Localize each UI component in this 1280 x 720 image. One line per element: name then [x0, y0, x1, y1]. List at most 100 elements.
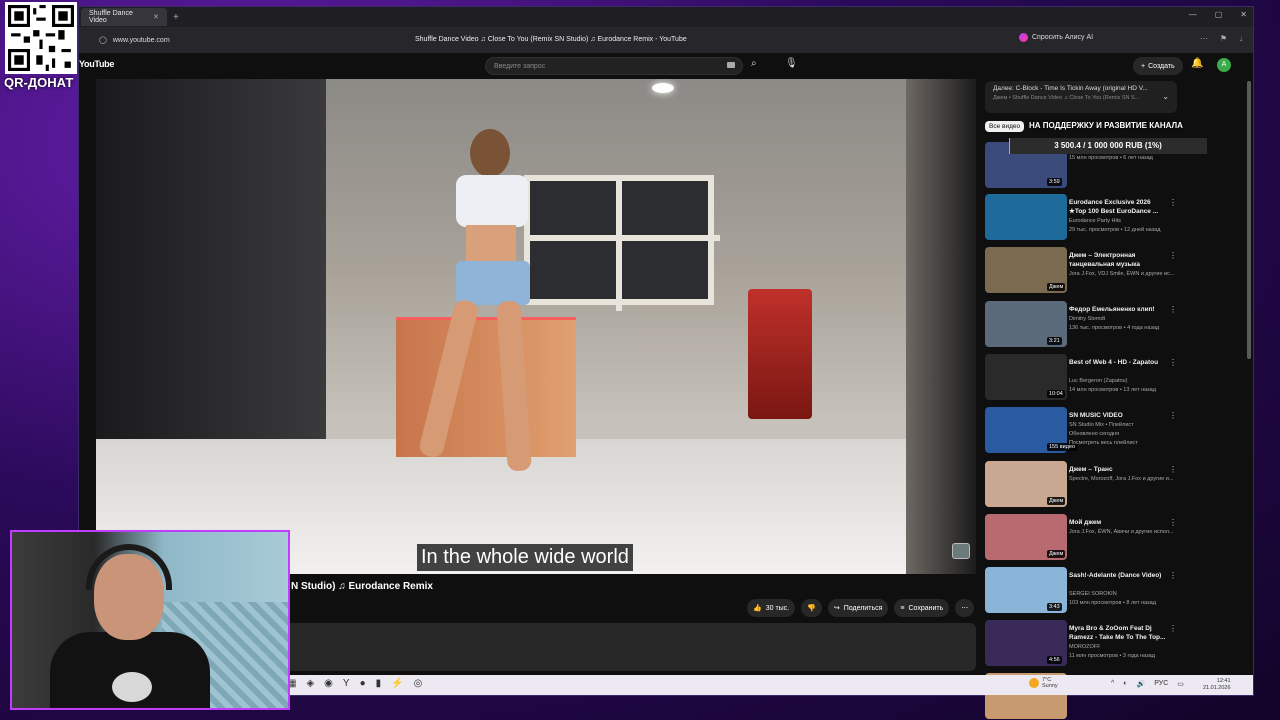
recommendation-title[interactable]: SN MUSIC VIDEO [1069, 411, 1169, 420]
clock[interactable]: 12:41 21.01.2026 [1203, 678, 1231, 692]
save-button[interactable]: ≡ Сохранить [894, 599, 950, 617]
recommendation-title[interactable]: Мой джем [1069, 518, 1169, 527]
recommendation-channel[interactable]: Luc Bergeron (Zapatou) [1069, 378, 1179, 384]
more-vert-icon[interactable]: ⋮ [1169, 571, 1177, 580]
close-tab-icon[interactable]: ✕ [153, 13, 159, 21]
recommendation-title[interactable]: Джем – Электронная танцевальная музыка [1069, 251, 1169, 269]
obs-app-icon[interactable]: ● [360, 678, 366, 689]
close-window-icon[interactable]: ✕ [1240, 10, 1247, 19]
video-player[interactable]: In the whole wide world [96, 79, 976, 574]
video-scene-lamp [652, 83, 674, 93]
recommendation-item[interactable]: Eurodance Exclusive 2026 ★Top 100 Best E… [985, 192, 1181, 244]
recommendation-title[interactable]: Sash!-Adelante (Dance Video) [1069, 571, 1169, 580]
dislike-button[interactable]: 👎 [801, 599, 822, 617]
download-icon[interactable]: ↓ [1239, 34, 1243, 43]
youtube-logo[interactable]: YouTube [79, 59, 114, 69]
recommendation-title[interactable]: Джем – Транс [1069, 465, 1169, 474]
chip-all-videos[interactable]: Все видео [985, 121, 1025, 132]
recommendation-channel[interactable]: SERGEI SOROKIN [1069, 591, 1179, 597]
up-next-subtitle: Джем • Shuffle Dance Video ♫ Close To Yo… [993, 95, 1140, 101]
microphone-icon[interactable]: 🎙 [785, 58, 798, 69]
chevron-down-icon[interactable]: ⌄ [1162, 92, 1169, 101]
url-field[interactable]: ◯ www.youtube.com [99, 36, 170, 45]
new-tab-icon[interactable]: + [173, 12, 179, 23]
recommendation-channel[interactable]: Spectre, Morozoff, Jora J.Fox и другие и… [1069, 476, 1179, 482]
youtube-header: YouTube Введите запрос ⌕ 🎙 + Создать 🔔 A [79, 53, 1253, 79]
video-actions: 👍 30 тыс. 👎 ↪ Поделиться ≡ Сохранить ⋯ [747, 599, 975, 617]
recommendation-item[interactable]: Джем Джем – Транс Spectre, Morozoff, Jor… [985, 459, 1181, 511]
recommendation-channel[interactable]: MOROZOFF [1069, 644, 1179, 650]
recommendation-meta: Обновлено сегодня [1069, 431, 1120, 437]
recommendation-title[interactable]: Eurodance Exclusive 2026 ★Top 100 Best E… [1069, 198, 1169, 216]
recommendation-channel[interactable]: Jora J.Fox, ЁWN, Авичи и другие испол... [1069, 529, 1179, 535]
video-duration: 3:43 [1047, 603, 1062, 611]
more-vert-icon[interactable]: ⋮ [1169, 624, 1177, 633]
file-app-icon[interactable]: ▮ [376, 678, 382, 689]
chevron-up-icon[interactable]: ^ [1111, 680, 1114, 688]
more-vert-icon[interactable]: ⋮ [1169, 358, 1177, 367]
more-vert-icon[interactable]: ⋮ [1169, 198, 1177, 207]
shield-app-icon[interactable]: ◈ [306, 678, 314, 689]
notification-center-icon[interactable]: ▭ [1177, 680, 1184, 688]
chrome-app-icon[interactable]: ◉ [324, 678, 333, 689]
like-count: 30 тыс. [765, 604, 790, 612]
weather-widget[interactable]: 7°C Sunny [1029, 677, 1058, 689]
recommendation-channel[interactable]: Dimitry Stemdt [1069, 316, 1179, 322]
recommendation-meta-extra[interactable]: Посмотреть весь плейлист [1069, 440, 1179, 446]
recommendation-channel[interactable]: Eurodance Party Hits [1069, 218, 1179, 224]
share-label: Поделиться [843, 604, 883, 612]
more-actions-button[interactable]: ⋯ [955, 599, 975, 617]
recommendation-title[interactable]: Best of Web 4 - HD - Zapatou [1069, 358, 1169, 367]
like-button[interactable]: 👍 30 тыс. [747, 599, 796, 617]
sidebar-scrollbar[interactable] [1247, 81, 1251, 359]
yandex-app-icon[interactable]: Y [343, 678, 350, 689]
share-button[interactable]: ↪ Поделиться [827, 599, 889, 617]
video-thumbnail[interactable] [985, 194, 1067, 240]
language-indicator[interactable]: РУС [1154, 680, 1168, 688]
alice-button[interactable]: Спросить Алису AI [1019, 33, 1093, 42]
maximize-icon[interactable]: ▢ [1215, 10, 1223, 19]
plus-icon: + [1141, 62, 1146, 70]
taskbar-apps: ▦ ◈ ◉ Y ● ▮ ⚡ ◎ [287, 678, 422, 689]
create-button[interactable]: + Создать [1133, 57, 1183, 75]
recommendation-title[interactable]: Myra Bro & ZoOom Feat Dj Ramezz - Take M… [1069, 624, 1169, 642]
more-vert-icon[interactable]: ⋮ [1169, 465, 1177, 474]
keyboard-icon[interactable] [727, 62, 735, 68]
search-icon[interactable]: ⌕ [751, 58, 757, 69]
bolt-app-icon[interactable]: ⚡ [391, 678, 403, 689]
up-next-card[interactable]: Далее: C-Block - Time Is Tickin Away (or… [985, 81, 1177, 113]
recommendation-channel[interactable]: SN Studio Mix • Плейлист [1069, 422, 1179, 428]
qr-donate-label: QR-ДОНАТ [4, 75, 74, 90]
network-icon[interactable]: ◐ [1123, 680, 1127, 688]
bookmark-icon[interactable]: ⚑ [1220, 34, 1227, 43]
video-duration: 10:04 [1047, 390, 1065, 398]
volume-icon[interactable]: 🔊 [1137, 680, 1146, 688]
steam-app-icon[interactable]: ◎ [414, 678, 423, 689]
avatar[interactable]: A [1217, 58, 1231, 72]
more-vert-icon[interactable]: ⋮ [1169, 411, 1177, 420]
more-icon[interactable]: ⋯ [1200, 34, 1208, 43]
shirt-logo-graphic [112, 672, 152, 702]
minimize-icon[interactable]: — [1189, 10, 1197, 19]
more-vert-icon[interactable]: ⋮ [1169, 305, 1177, 314]
more-vert-icon[interactable]: ⋮ [1169, 251, 1177, 260]
recommendation-title[interactable]: Федор Емельяненко клип! [1069, 305, 1169, 314]
recommendation-meta: 14 млн просмотров • 13 лет назад [1069, 387, 1156, 393]
donation-progress-text: 3 500.4 / 1 000 000 RUB (1%) [1054, 141, 1162, 150]
recommendation-item[interactable]: 3:43 Sash!-Adelante (Dance Video) SERGEI… [985, 565, 1181, 617]
channel-watermark-icon[interactable] [952, 543, 970, 559]
recommendation-item[interactable]: 4:56 Myra Bro & ZoOom Feat Dj Ramezz - T… [985, 618, 1181, 670]
browser-tab[interactable]: Shuffle Dance Video ✕ [81, 8, 167, 26]
notifications-icon[interactable]: 🔔 [1191, 58, 1203, 69]
recommendation-item[interactable]: 155 видео SN MUSIC VIDEO SN Studio Mix •… [985, 405, 1181, 457]
recommendation-channel[interactable]: Jora J.Fox, VDJ Smile, ЁWN и другие ис..… [1069, 271, 1179, 277]
recommendation-item[interactable]: Джем Мой джем Jora J.Fox, ЁWN, Авичи и д… [985, 512, 1181, 564]
headphones-graphic [86, 544, 172, 590]
site-info-icon[interactable]: ◯ [99, 36, 107, 44]
more-vert-icon[interactable]: ⋮ [1169, 518, 1177, 527]
recommendation-item[interactable]: Джем Джем – Электронная танцевальная муз… [985, 245, 1181, 297]
search-input[interactable]: Введите запрос [485, 57, 743, 75]
recommendation-item[interactable]: 10:04 Best of Web 4 - HD - Zapatou Luc B… [985, 352, 1181, 404]
recommendation-item[interactable]: 3:21 Федор Емельяненко клип! Dimitry Ste… [985, 299, 1181, 351]
url-text: www.youtube.com [112, 36, 170, 44]
